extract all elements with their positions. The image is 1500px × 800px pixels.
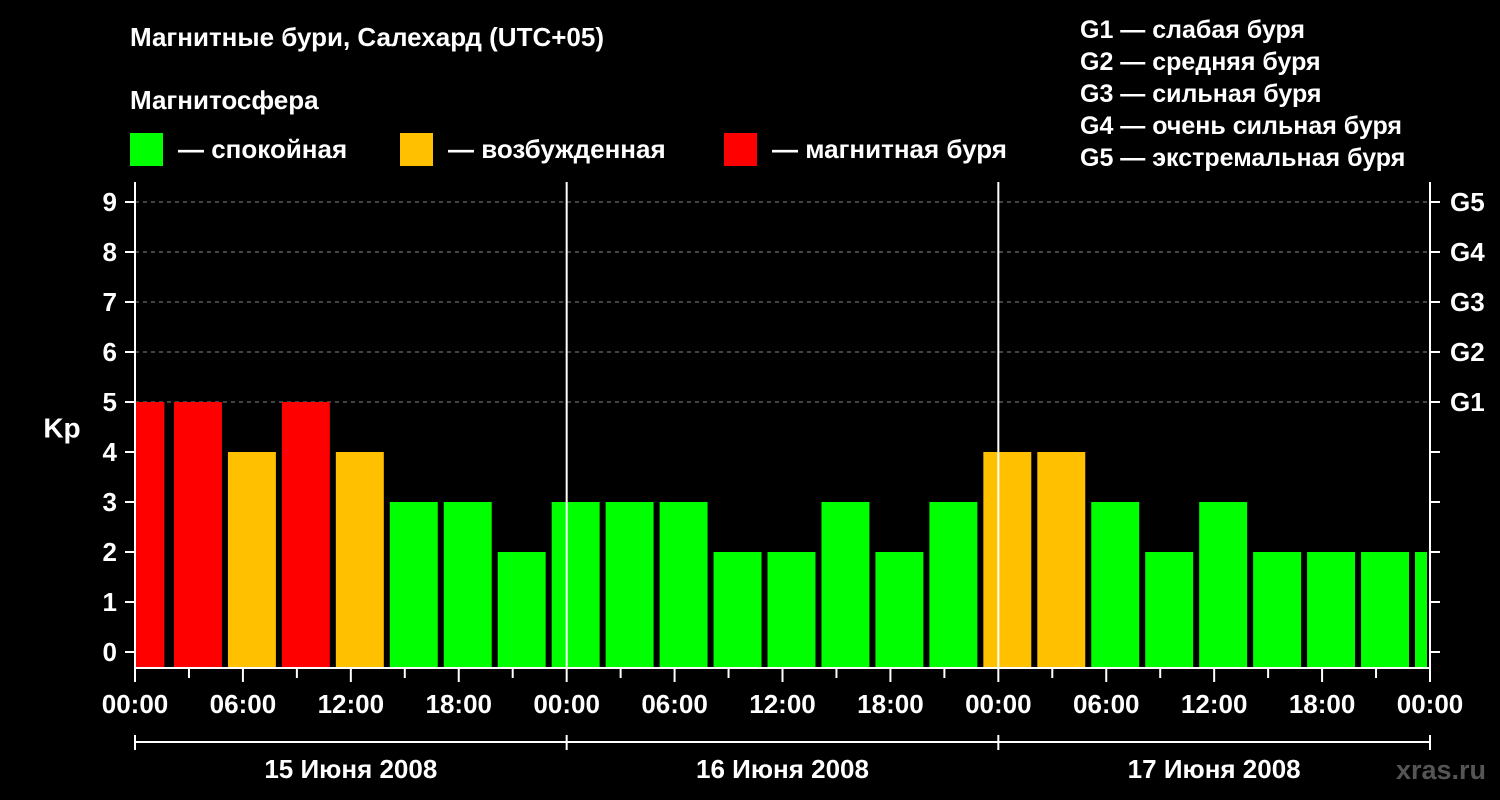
bar bbox=[335, 452, 384, 668]
x-tick-label: 00:00 bbox=[533, 689, 600, 719]
bar bbox=[1361, 552, 1410, 668]
x-tick-label: 18:00 bbox=[1289, 689, 1356, 719]
bar bbox=[659, 502, 708, 668]
y-tick-label: 1 bbox=[103, 587, 117, 617]
x-tick-label: 12:00 bbox=[318, 689, 385, 719]
g-axis-label: G2 bbox=[1450, 337, 1485, 367]
bar bbox=[929, 502, 978, 668]
x-tick-label: 00:00 bbox=[1397, 689, 1464, 719]
bar bbox=[136, 402, 165, 668]
bar bbox=[281, 402, 330, 668]
y-tick-label: 8 bbox=[103, 237, 117, 267]
day-label: 15 Июня 2008 bbox=[264, 754, 437, 784]
x-tick-label: 18:00 bbox=[426, 689, 493, 719]
x-tick-label: 12:00 bbox=[1181, 689, 1248, 719]
bar bbox=[713, 552, 762, 668]
bar bbox=[767, 552, 816, 668]
y-tick-label: 6 bbox=[103, 337, 117, 367]
x-tick-label: 12:00 bbox=[749, 689, 816, 719]
y-axis-label: Kp bbox=[43, 412, 80, 443]
y-tick-label: 7 bbox=[103, 287, 117, 317]
watermark: xras.ru bbox=[1395, 755, 1486, 785]
bar bbox=[821, 502, 870, 668]
y-tick-label: 2 bbox=[103, 537, 117, 567]
g-axis-label: G4 bbox=[1450, 237, 1485, 267]
bar bbox=[1145, 552, 1194, 668]
bar bbox=[389, 502, 438, 668]
y-tick-label: 3 bbox=[103, 487, 117, 517]
bar bbox=[1307, 552, 1356, 668]
y-tick-label: 4 bbox=[103, 437, 118, 467]
x-tick-label: 00:00 bbox=[102, 689, 169, 719]
x-tick-label: 06:00 bbox=[641, 689, 708, 719]
g-axis-label: G5 bbox=[1450, 187, 1485, 217]
bar bbox=[605, 502, 654, 668]
day-label: 17 Июня 2008 bbox=[1128, 754, 1301, 784]
bar bbox=[1091, 502, 1140, 668]
bar bbox=[443, 502, 492, 668]
day-label: 16 Июня 2008 bbox=[696, 754, 869, 784]
x-tick-label: 00:00 bbox=[965, 689, 1032, 719]
y-tick-label: 0 bbox=[103, 637, 117, 667]
bar bbox=[173, 402, 222, 668]
bar bbox=[227, 452, 276, 668]
kp-chart: 0 1 2 3 4 5 6 7 8 9 G1 G2 G3 G4 G5 Kp 00:00 06:00 12:00 18:… bbox=[43, 182, 1485, 784]
bar bbox=[1253, 552, 1302, 668]
y-tick-label: 5 bbox=[103, 387, 117, 417]
x-tick-label: 06:00 bbox=[210, 689, 277, 719]
bar bbox=[875, 552, 924, 668]
x-tick-label: 18:00 bbox=[857, 689, 924, 719]
bar bbox=[1037, 452, 1086, 668]
x-tick-label: 06:00 bbox=[1073, 689, 1140, 719]
bar bbox=[1199, 502, 1248, 668]
g-axis-label: G3 bbox=[1450, 287, 1485, 317]
bar bbox=[1415, 552, 1427, 668]
bar bbox=[983, 452, 1032, 668]
g-axis-label: G1 bbox=[1450, 387, 1485, 417]
y-tick-label: 9 bbox=[103, 187, 117, 217]
bar bbox=[551, 502, 600, 668]
bar bbox=[497, 552, 546, 668]
